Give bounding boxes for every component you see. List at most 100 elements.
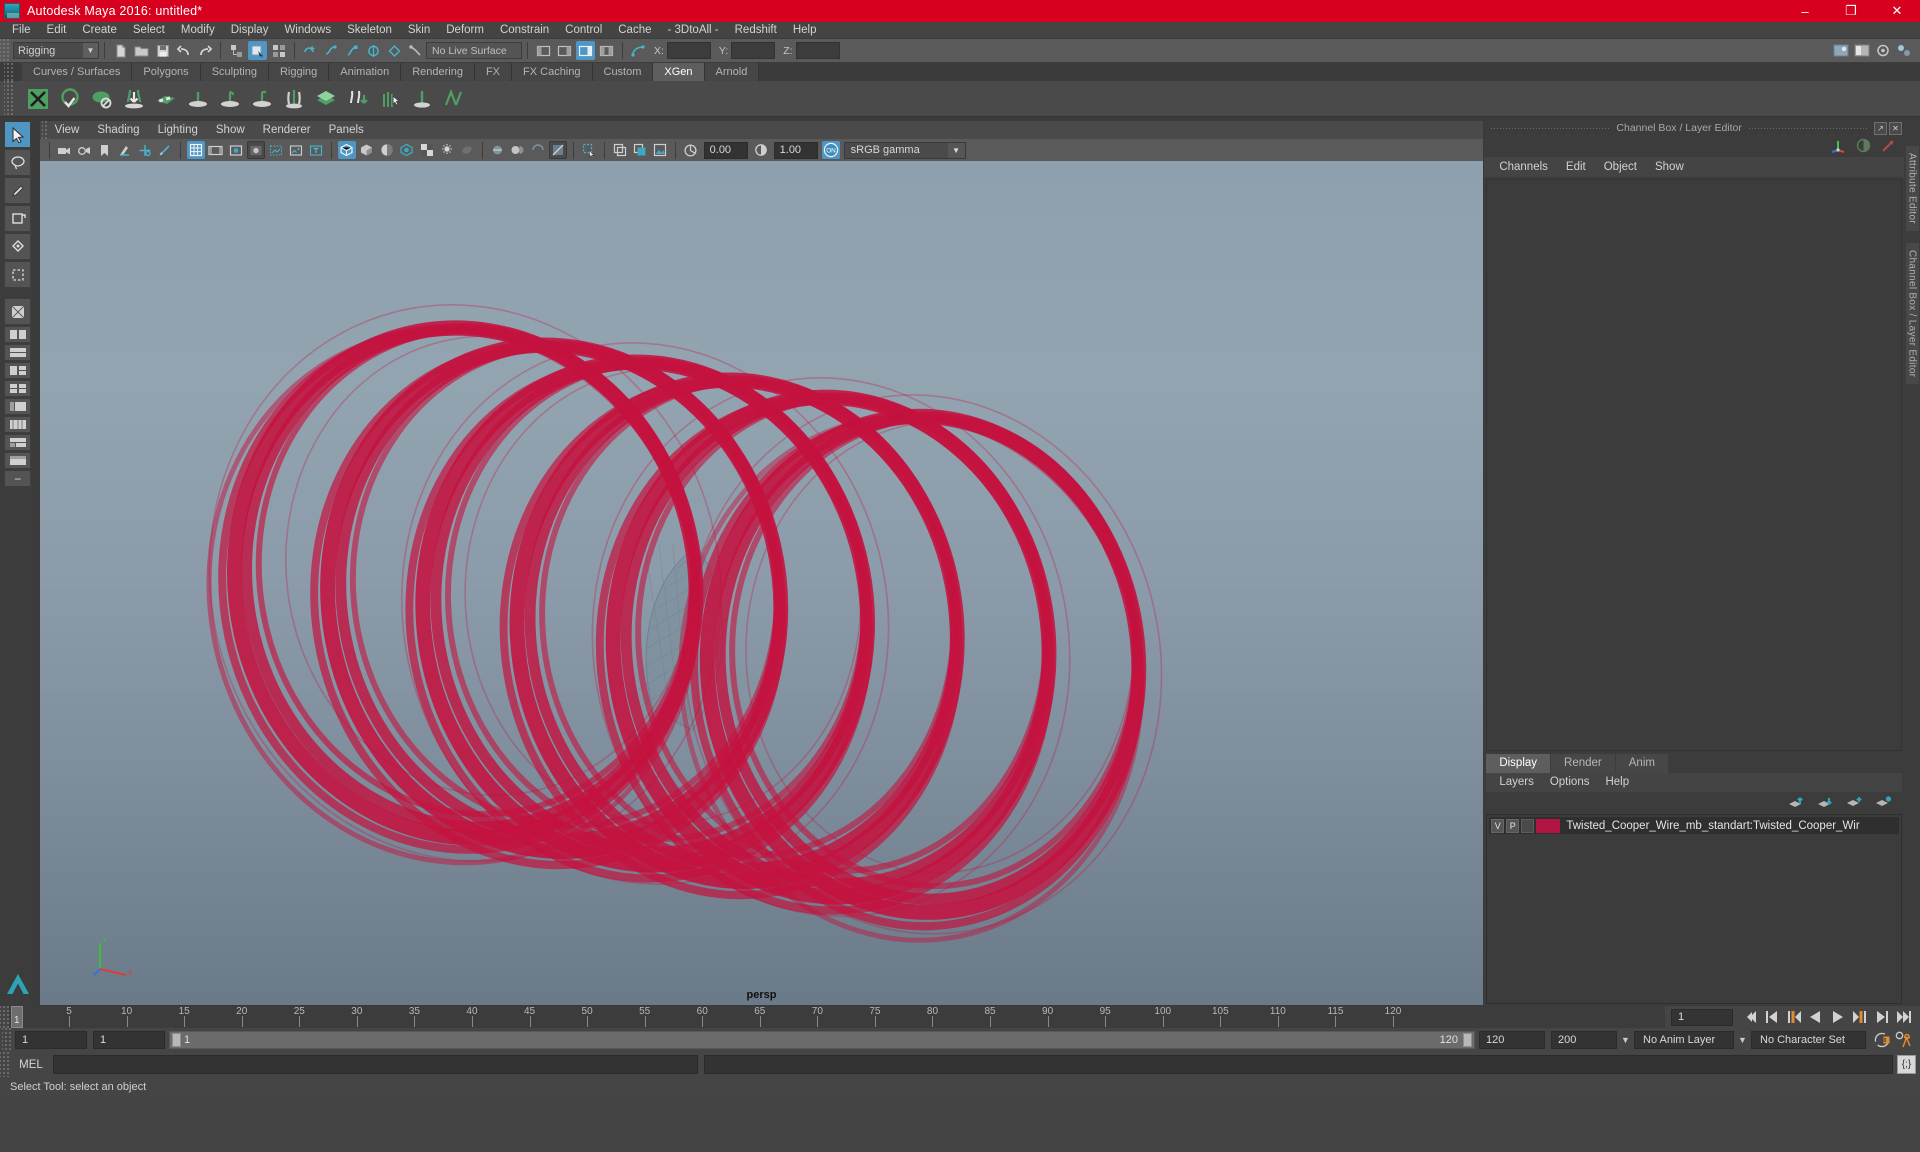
shaded-wireframe-icon[interactable] [378,141,396,159]
close-panel-button[interactable]: ✕ [1889,121,1902,135]
shelf-tab-polygons[interactable]: Polygons [132,63,201,81]
step-forward-frame-button[interactable] [1871,1007,1892,1027]
lasso-tool-button[interactable] [4,149,32,176]
shelf-tab-xgen[interactable]: XGen [653,63,705,81]
undock-panel-button[interactable]: ↗ [1874,121,1887,135]
xgen-mesh-to-guides-button[interactable] [438,83,469,114]
depth-of-field-icon[interactable] [529,141,547,159]
toolbar-grip[interactable] [0,39,9,62]
undo-button[interactable] [174,41,193,60]
snap-to-view-plane-button[interactable] [385,41,404,60]
layout-three-pane-button[interactable] [4,362,32,379]
viewport-menu-shading[interactable]: Shading [88,121,148,140]
color-management-selector[interactable]: sRGB gamma ▼ [843,141,966,159]
exposure-control-icon[interactable] [682,141,700,159]
layout-hypershade-persp-button[interactable] [4,416,32,433]
xgen-groom-length-button[interactable] [214,83,245,114]
open-scene-button[interactable] [132,41,151,60]
texture-mode-icon[interactable] [398,141,416,159]
shelf-tab-curves-surfaces[interactable]: Curves / Surfaces [22,63,133,81]
shelf-tab-fx[interactable]: FX [474,63,513,81]
shelf-tab-rendering[interactable]: Rendering [401,63,475,81]
create-empty-layer-icon[interactable] [1846,795,1863,811]
grid-toggle-icon[interactable] [186,141,205,159]
viewport-menu-panels[interactable]: Panels [320,121,373,140]
channel-box-menu-object[interactable]: Object [1595,157,1646,177]
layer-menu-layers[interactable]: Layers [1491,773,1542,792]
shelf-tab-custom[interactable]: Custom [592,63,654,81]
chevron-down-icon[interactable]: ▼ [1617,1031,1634,1049]
time-cursor[interactable]: 1 [11,1006,23,1028]
x-coord-input[interactable] [666,42,711,59]
xgen-export-collection-button[interactable] [342,83,373,114]
image-plane-icon[interactable] [116,141,134,159]
shelf-grip[interactable] [4,63,13,81]
menu-file[interactable]: File [4,22,39,39]
channel-box-content[interactable] [1486,179,1902,751]
menu-help[interactable]: Help [785,22,825,39]
resolution-gate-icon[interactable] [227,141,245,159]
text-overlay-icon[interactable] [307,141,325,159]
current-frame-input[interactable]: 1 [1671,1008,1733,1026]
layer-menu-options[interactable]: Options [1542,773,1598,792]
command-line-grip[interactable] [0,1052,9,1077]
snap-to-projected-center-button[interactable] [364,41,383,60]
channel-box-menu-channels[interactable]: Channels [1490,157,1557,177]
animation-playback-options-button[interactable] [1893,1030,1914,1050]
layer-visibility-toggle[interactable]: V [1491,818,1505,833]
play-backwards-button[interactable] [1805,1007,1826,1027]
paste-view-icon[interactable] [631,141,649,159]
character-set-selector[interactable]: No Character Set [1751,1031,1866,1049]
xgen-guide-to-curve-button[interactable] [406,83,437,114]
next-key-button[interactable] [1849,1007,1870,1027]
construction-history-button[interactable] [629,41,648,60]
chevron-down-icon[interactable]: ▼ [1734,1031,1751,1049]
live-surface-field[interactable]: No Live Surface [426,42,522,59]
range-bar[interactable]: 1 120 [169,1031,1475,1049]
xgen-create-description-button[interactable] [54,83,85,114]
layer-list[interactable]: V P Twisted_Cooper_Wire_mb_standart:Twis… [1486,814,1902,1004]
shelf-row-grip[interactable] [4,81,13,116]
oculus-icon[interactable] [156,141,174,159]
menu-constrain[interactable]: Constrain [492,22,557,39]
xray-selection-icon[interactable] [580,141,598,159]
anim-start-time-input[interactable]: 1 [15,1031,87,1049]
y-coord-input[interactable] [731,42,776,59]
layer-playback-toggle[interactable]: P [1506,818,1520,833]
hypershade-button[interactable] [1894,41,1913,60]
shelf-tab-arnold[interactable]: Arnold [704,63,760,81]
move-tool-button[interactable] [4,205,32,232]
select-by-component-type-button[interactable] [269,41,288,60]
playback-start-time-input[interactable]: 1 [93,1031,165,1049]
menu-windows[interactable]: Windows [276,22,339,39]
maximize-button[interactable]: ❐ [1828,0,1874,22]
anim-layer-selector[interactable]: No Anim Layer [1634,1031,1734,1049]
new-scene-button[interactable] [111,41,130,60]
anim-end-time-input[interactable]: 200 [1551,1031,1617,1049]
shelf-tab-fx-caching[interactable]: FX Caching [512,63,593,81]
layout-two-pane-vertical-button[interactable] [4,326,32,343]
window-controls[interactable]: – ❐ ✕ [1782,0,1920,22]
select-tool-button[interactable] [4,121,32,148]
dock-tab-channel-box[interactable]: Channel Box / Layer Editor [1905,242,1919,385]
ipr-render-button[interactable] [1852,41,1871,60]
go-to-end-button[interactable] [1893,1007,1914,1027]
range-start-handle[interactable] [172,1033,181,1047]
go-to-start-button[interactable] [1739,1007,1760,1027]
xgen-select-guides-button[interactable] [374,83,405,114]
snap-to-point-button[interactable] [343,41,362,60]
film-gate-icon[interactable] [207,141,225,159]
shelf-tab-sculpting[interactable]: Sculpting [200,63,269,81]
move-layer-down-icon[interactable] [1817,795,1834,811]
scale-tool-button[interactable] [4,261,32,288]
time-slider-grip[interactable] [0,1006,9,1028]
bookmark-icon[interactable] [96,141,114,159]
channel-box-menu-show[interactable]: Show [1646,157,1693,177]
gamma-control-icon[interactable] [752,141,770,159]
menu-control[interactable]: Control [557,22,610,39]
dock-tab-attribute-editor[interactable]: Attribute Editor [1905,146,1919,231]
wireframe-shading-icon[interactable] [337,141,356,159]
xgen-groom-width-button[interactable] [246,83,277,114]
select-by-hierarchy-button[interactable] [227,41,246,60]
menu-cache[interactable]: Cache [610,22,659,39]
